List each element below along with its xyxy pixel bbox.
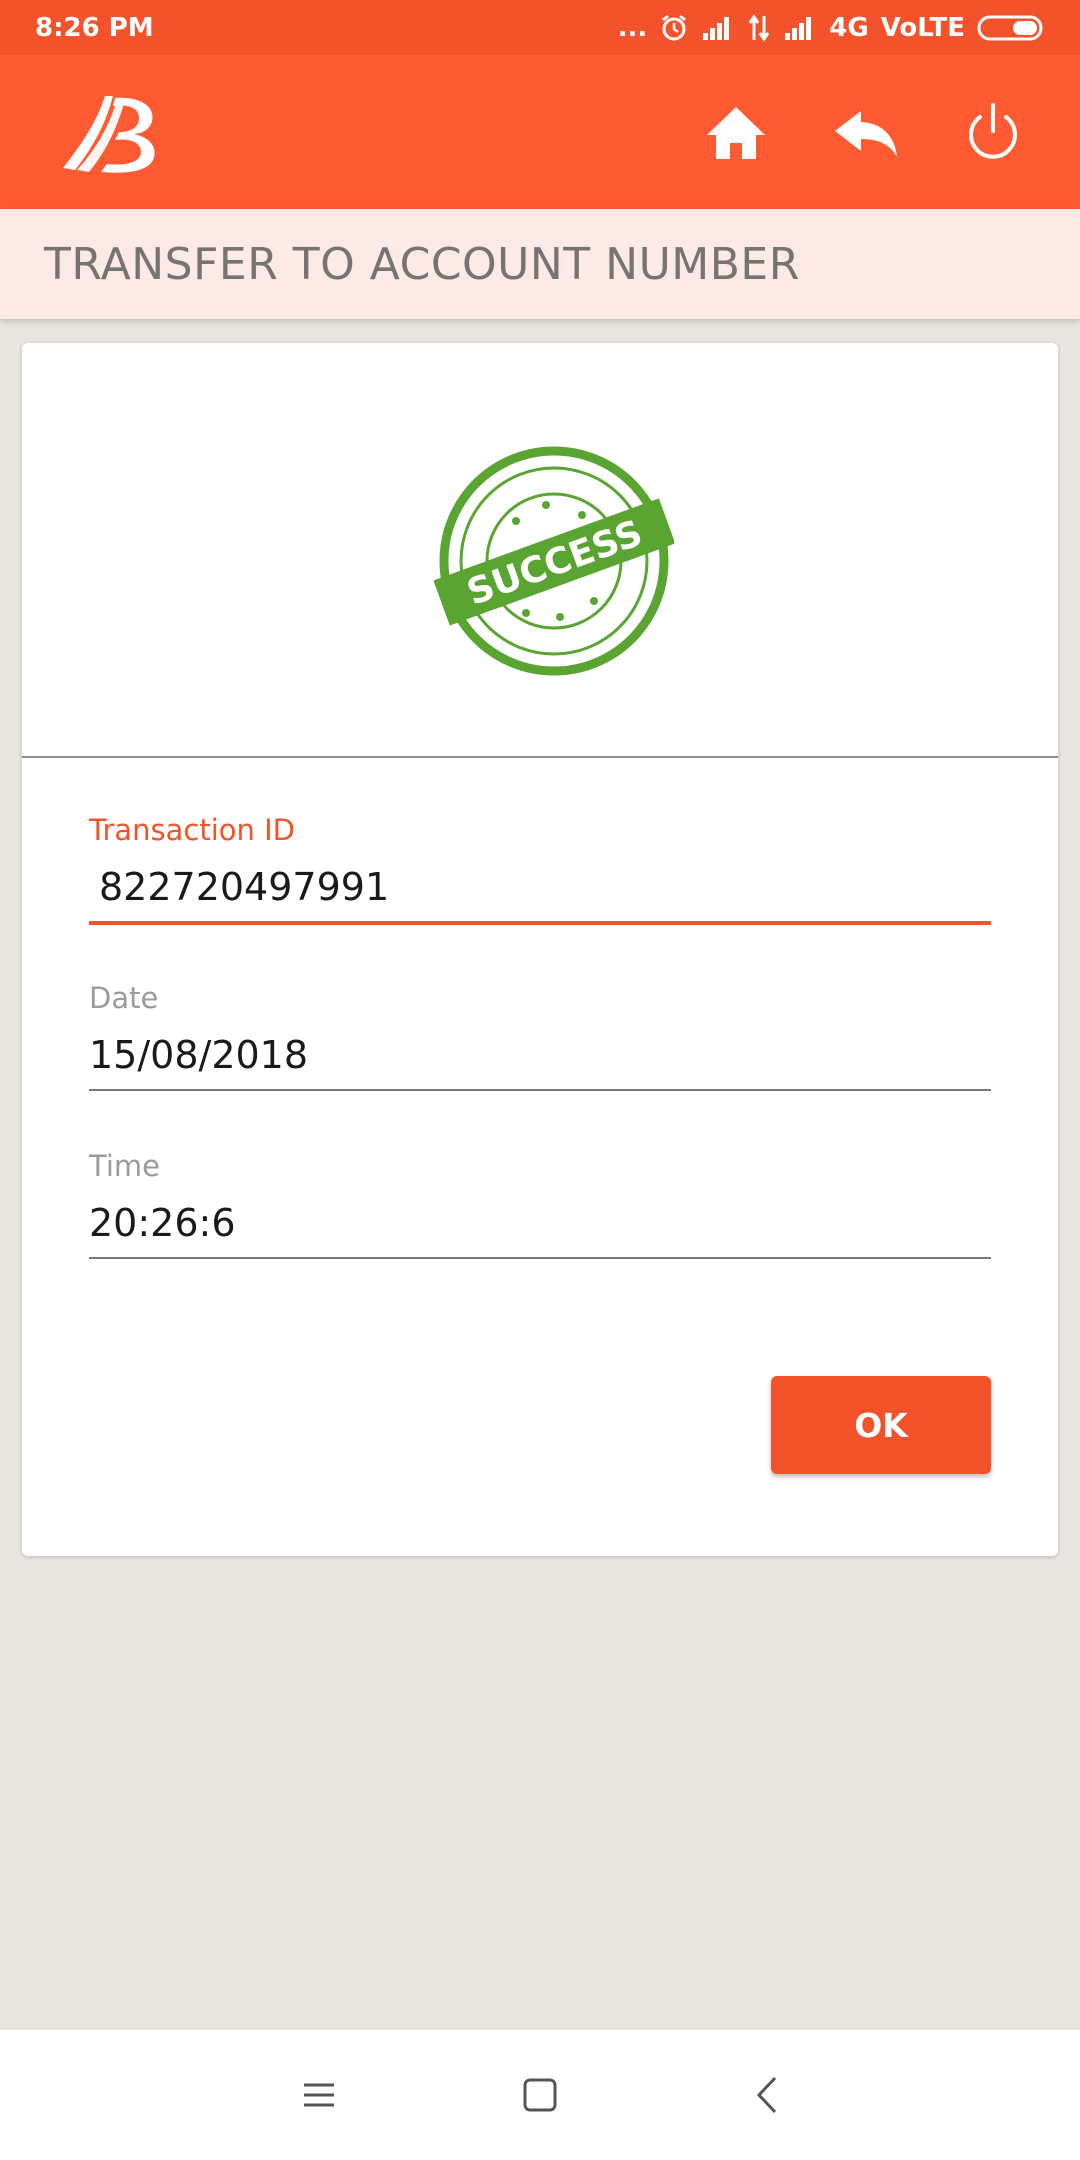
- app-bar: [0, 55, 1080, 209]
- status-icons: ... 4G VoLTE: [618, 13, 1045, 43]
- transaction-id-label: Transaction ID: [89, 813, 296, 847]
- date-label: Date: [89, 981, 159, 1015]
- signal-icon: [783, 15, 817, 41]
- status-time: 8:26 PM: [35, 12, 154, 43]
- back-chevron-icon[interactable]: [745, 2072, 791, 2118]
- status-bar: 8:26 PM ... 4G VoLTE: [0, 0, 1080, 55]
- menu-icon[interactable]: [296, 2072, 342, 2118]
- back-arrow-icon[interactable]: [831, 97, 901, 167]
- divider: [22, 756, 1058, 758]
- date-field[interactable]: Date 15/08/2018: [89, 981, 991, 1091]
- success-stamp-icon: SUCCESS: [433, 441, 676, 681]
- date-value[interactable]: 15/08/2018: [89, 1033, 991, 1091]
- page-header: TRANSFER TO ACCOUNT NUMBER: [0, 209, 1080, 319]
- time-field[interactable]: Time 20:26:6: [89, 1149, 991, 1259]
- home-square-icon[interactable]: [517, 2072, 563, 2118]
- transaction-id-field[interactable]: Transaction ID 822720497991: [89, 813, 991, 925]
- time-label: Time: [89, 1149, 160, 1183]
- signal-icon: [701, 15, 735, 41]
- transaction-id-value[interactable]: 822720497991: [89, 865, 991, 925]
- bank-logo-icon: [55, 90, 160, 175]
- network-type-label: 4G: [829, 12, 869, 43]
- page-title: TRANSFER TO ACCOUNT NUMBER: [44, 239, 800, 290]
- system-nav-bar: [0, 2030, 1080, 2160]
- volte-label: VoLTE: [880, 12, 965, 43]
- ok-button[interactable]: OK: [771, 1376, 991, 1474]
- more-notifications-icon: ...: [617, 12, 648, 43]
- alarm-icon: [659, 13, 689, 43]
- battery-icon: [977, 14, 1045, 42]
- time-value[interactable]: 20:26:6: [89, 1201, 991, 1259]
- power-icon[interactable]: [958, 97, 1028, 167]
- home-icon[interactable]: [701, 97, 771, 167]
- transaction-result-card: SUCCESS Transaction ID 822720497991 Date…: [22, 343, 1058, 1556]
- data-arrows-icon: [747, 13, 771, 42]
